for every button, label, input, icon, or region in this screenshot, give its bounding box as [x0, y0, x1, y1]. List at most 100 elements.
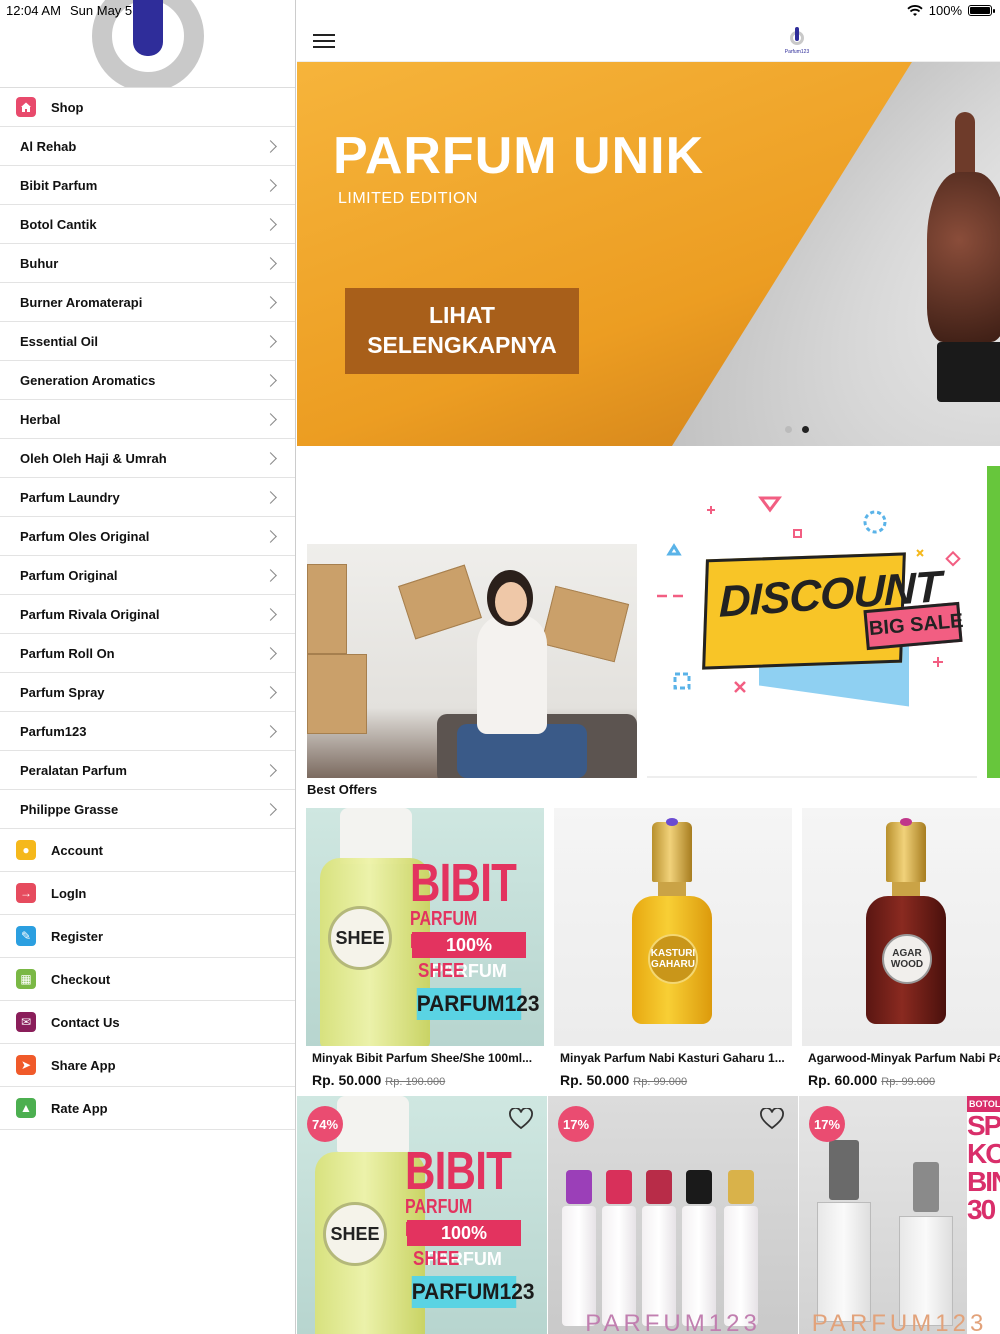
category-item[interactable]: Parfum Oles Original: [0, 517, 295, 556]
bibit-text: SHEE: [418, 960, 465, 982]
status-date: Sun May 5: [70, 3, 133, 18]
chevron-right-icon: [264, 802, 277, 816]
drawer-menu-list: ● Account → LogIn ✎ Register ▦ Checkout ✉ Contact…: [0, 829, 295, 1130]
status-indicators: 100%: [907, 3, 995, 18]
category-item[interactable]: Parfum Original: [0, 556, 295, 595]
chevron-right-icon: [264, 217, 277, 231]
chevron-right-icon: [264, 256, 277, 270]
chevron-right-icon: [264, 373, 277, 387]
best-offers-heading: Best Offers: [307, 782, 378, 797]
product-name: Minyak Parfum Nabi Kasturi Gaharu 1...: [560, 1051, 785, 1065]
drawer-item-checkout[interactable]: ▦ Checkout: [0, 958, 295, 1001]
battery-percent: 100%: [928, 3, 962, 18]
navigation-drawer: Shop Al Rehab Bibit Parfum Botol Cantik Buh…: [0, 0, 296, 1334]
login-icon: →: [16, 883, 36, 903]
product-card[interactable]: BOTOL SP KO BIN 30 PARFUM123 17%: [799, 1096, 1000, 1334]
top-bar: Parfum123: [297, 22, 1000, 62]
chevron-right-icon: [264, 763, 277, 777]
category-item[interactable]: Generation Aromatics: [0, 361, 295, 400]
category-item[interactable]: Herbal: [0, 400, 295, 439]
category-item[interactable]: Parfum Laundry: [0, 478, 295, 517]
category-item[interactable]: Philippe Grasse: [0, 790, 295, 829]
cart-icon: ▦: [16, 969, 36, 989]
category-item[interactable]: Al Rehab: [0, 127, 295, 166]
drawer-item-share-app[interactable]: ➤ Share App: [0, 1044, 295, 1087]
carousel-dot-2[interactable]: [802, 426, 809, 433]
drawer-item-label: Contact Us: [51, 1014, 120, 1030]
drawer-item-rate-app[interactable]: ▲ Rate App: [0, 1087, 295, 1130]
category-item[interactable]: Parfum Spray: [0, 673, 295, 712]
promo-banner-shopping[interactable]: [307, 544, 637, 778]
promo-banner-discount[interactable]: DISCOUNT BIG SALE: [647, 466, 977, 778]
bibit-text: PARFUM123: [416, 988, 539, 1020]
category-label: Botol Cantik: [20, 216, 97, 232]
chevron-right-icon: [264, 607, 277, 621]
attar-label: AGAR WOOD: [882, 934, 932, 984]
hero-banner[interactable]: PARFUM UNIK LIMITED EDITION LIHAT SELENG…: [297, 62, 1000, 446]
category-label: Parfum Oles Original: [20, 528, 150, 544]
category-item[interactable]: Botol Cantik: [0, 205, 295, 244]
hero-cta-button[interactable]: LIHAT SELENGKAPNYA: [345, 288, 579, 374]
drawer-item-account[interactable]: ● Account: [0, 829, 295, 872]
carousel-dot-1[interactable]: [785, 426, 792, 433]
bibit-label: SHEE: [323, 1202, 387, 1266]
category-label: Al Rehab: [20, 138, 77, 154]
chevron-right-icon: [264, 490, 277, 504]
category-label: Peralatan Parfum: [20, 762, 127, 778]
bibit-text: 100% PARFUM: [412, 932, 526, 981]
category-item[interactable]: Oleh Oleh Haji & Umrah: [0, 439, 295, 478]
chevron-right-icon: [264, 646, 277, 660]
bibit-text: BIBIT: [405, 1141, 512, 1201]
hero-subtitle: LIMITED EDITION: [338, 190, 478, 207]
drawer-item-label: Account: [51, 842, 103, 858]
category-label: Parfum Rivala Original: [20, 606, 160, 622]
product-card[interactable]: SHEE BIBIT PARFUM MURNI 100% PARFUM SHEE…: [297, 1096, 547, 1334]
category-item[interactable]: Peralatan Parfum: [0, 751, 295, 790]
chevron-right-icon: [264, 568, 277, 582]
discount-badge: 17%: [558, 1106, 594, 1142]
drawer-item-label: Shop: [51, 99, 84, 115]
account-icon: ●: [16, 840, 36, 860]
main-content: Parfum123 PARFUM UNIK LIMITED EDITION LI…: [297, 0, 1000, 1334]
drawer-item-register[interactable]: ✎ Register: [0, 915, 295, 958]
category-item[interactable]: Parfum123: [0, 712, 295, 751]
product-old-price: Rp. 99.000: [633, 1076, 688, 1088]
category-label: Oleh Oleh Haji & Umrah: [20, 450, 167, 466]
heart-icon[interactable]: [760, 1108, 784, 1130]
hamburger-menu-icon[interactable]: [313, 34, 335, 50]
drawer-item-shop[interactable]: Shop: [0, 88, 295, 127]
category-label: Parfum Original: [20, 567, 118, 583]
botol-label-panel: BOTOL SP KO BIN 30: [967, 1096, 1000, 1334]
status-time: 12:04 AM: [6, 3, 61, 18]
category-item[interactable]: Essential Oil: [0, 322, 295, 361]
category-item[interactable]: Burner Aromaterapi: [0, 283, 295, 322]
carousel-dots[interactable]: [785, 426, 809, 433]
category-item[interactable]: Buhur: [0, 244, 295, 283]
category-label: Philippe Grasse: [20, 801, 119, 817]
register-icon: ✎: [16, 926, 36, 946]
app-logo: Parfum123: [782, 27, 812, 59]
drawer-item-contact-us[interactable]: ✉ Contact Us: [0, 1001, 295, 1044]
chevron-right-icon: [264, 178, 277, 192]
bibit-label: SHEE: [328, 906, 392, 970]
hero-burner-image: [907, 92, 1000, 422]
heart-icon[interactable]: [509, 1108, 533, 1130]
chevron-right-icon: [264, 724, 277, 738]
discount-badge: 74%: [307, 1106, 343, 1142]
category-list: Al Rehab Bibit Parfum Botol Cantik Buhur Bur…: [0, 127, 295, 829]
product-card[interactable]: PARFUM123 17%: [548, 1096, 798, 1334]
promo-banner-partial[interactable]: [987, 466, 1000, 778]
thumbs-up-icon: ▲: [16, 1098, 36, 1118]
drawer-item-login[interactable]: → LogIn: [0, 872, 295, 915]
product-price: Rp. 60.000 Rp. 99.000: [808, 1072, 936, 1088]
chevron-right-icon: [264, 685, 277, 699]
app-logo-text: Parfum123: [784, 49, 810, 55]
category-item[interactable]: Parfum Roll On: [0, 634, 295, 673]
product-price: Rp. 50.000 Rp. 99.000: [560, 1072, 688, 1088]
bibit-text: 100% PARFUM: [407, 1220, 521, 1269]
home-icon: [16, 97, 36, 117]
category-item[interactable]: Parfum Rivala Original: [0, 595, 295, 634]
wifi-icon: [907, 4, 923, 16]
chevron-right-icon: [264, 295, 277, 309]
category-item[interactable]: Bibit Parfum: [0, 166, 295, 205]
